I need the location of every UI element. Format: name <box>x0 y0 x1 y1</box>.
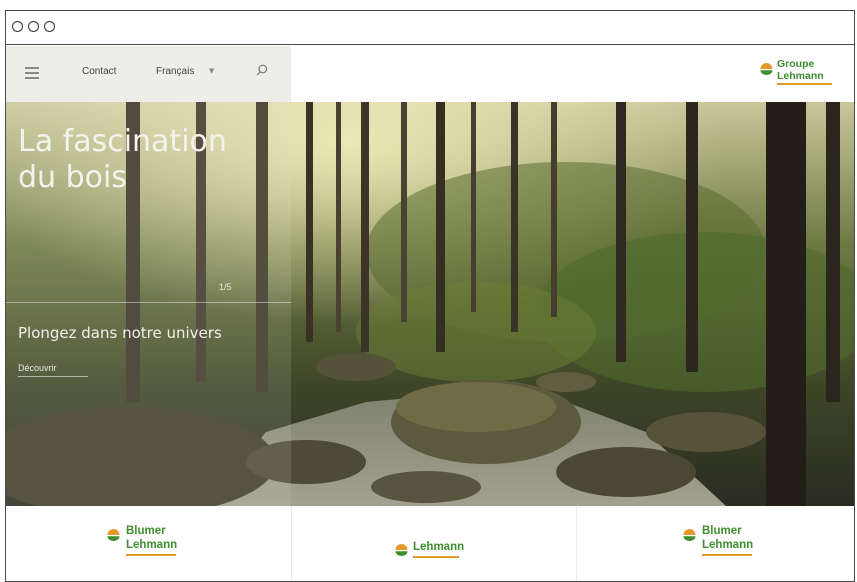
sun-logo-icon <box>395 544 408 556</box>
discover-underline <box>18 376 88 377</box>
language-select[interactable]: Français <box>156 66 194 77</box>
hero-title: La fascination du bois <box>18 124 278 196</box>
slide-counter: 1/5 <box>219 282 232 292</box>
sun-logo-icon <box>107 529 120 541</box>
discover-link[interactable]: Découvrir <box>18 363 57 373</box>
company-name-line1: Lehmann <box>413 541 465 553</box>
chevron-down-icon[interactable]: ▼ <box>209 67 214 75</box>
window-close-button[interactable] <box>12 21 23 32</box>
sun-logo-icon <box>760 63 773 75</box>
company-blumer-lehmann-1[interactable]: Blumer Lehmann <box>6 506 291 581</box>
hero-banner: La fascination du bois 1/5 Plongez dans … <box>6 102 854 506</box>
nav-panel: Contact Français ▼ <box>6 46 291 102</box>
sun-logo-icon <box>683 529 696 541</box>
window-maximize-button[interactable] <box>44 21 55 32</box>
company-name-line2: Lehmann <box>702 539 754 551</box>
hero-divider <box>6 302 291 303</box>
browser-window: Contact Français ▼ Groupe Lehmann La fas… <box>5 10 855 582</box>
hero-title-line2: du bois <box>18 160 127 195</box>
brand-line1: Groupe <box>777 58 815 70</box>
site-header: Contact Français ▼ Groupe Lehmann <box>6 46 854 102</box>
company-logos-row: Blumer Lehmann Lehmann Blumer Lehmann <box>6 506 854 581</box>
brand-logo[interactable]: Groupe Lehmann <box>760 58 840 90</box>
company-name-line1: Blumer <box>126 525 166 537</box>
company-lehmann[interactable]: Lehmann <box>291 506 576 581</box>
contact-link[interactable]: Contact <box>82 66 116 77</box>
brand-tagline-bar <box>777 83 832 85</box>
window-titlebar <box>6 11 854 45</box>
search-icon[interactable] <box>256 64 268 76</box>
company-name-line2: Lehmann <box>126 539 178 551</box>
window-minimize-button[interactable] <box>28 21 39 32</box>
company-name-line1: Blumer <box>702 525 742 537</box>
company-tagline-bar <box>126 554 176 556</box>
brand-line2: Lehmann <box>777 70 824 82</box>
company-blumer-lehmann-2[interactable]: Blumer Lehmann <box>576 506 854 581</box>
company-tagline-bar <box>413 556 459 558</box>
company-tagline-bar <box>702 554 752 556</box>
hero-title-line1: La fascination <box>18 124 227 159</box>
menu-icon[interactable] <box>25 67 39 79</box>
hero-subtitle-link[interactable]: Plongez dans notre univers <box>18 324 222 342</box>
